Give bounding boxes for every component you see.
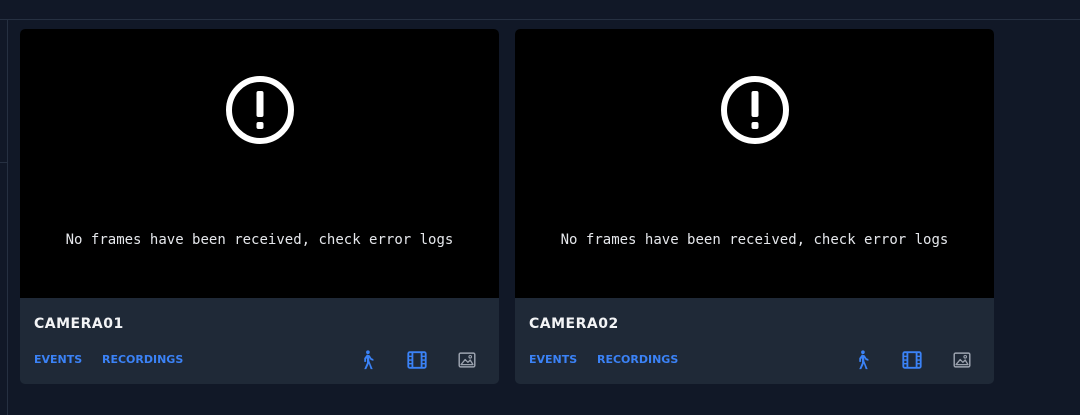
events-link[interactable]: EVENTS [529,353,577,366]
events-link[interactable]: EVENTS [34,353,82,366]
film-icon[interactable] [406,349,428,371]
camera-card[interactable]: No frames have been received, check erro… [515,29,994,384]
motion-walk-icon[interactable] [851,349,873,371]
camera-viewport[interactable]: No frames have been received, check erro… [515,29,994,298]
left-sidebar-edge [0,20,8,415]
camera-card[interactable]: No frames have been received, check erro… [20,29,499,384]
top-bar [0,0,1080,20]
image-snapshot-icon[interactable] [951,349,973,371]
alert-circle-icon [226,76,294,144]
film-icon[interactable] [901,349,923,371]
camera-viewport[interactable]: No frames have been received, check erro… [20,29,499,298]
motion-walk-icon[interactable] [356,349,378,371]
camera-name: CAMERA01 [34,316,124,332]
alert-circle-icon [721,76,789,144]
no-frames-message: No frames have been received, check erro… [560,232,949,248]
no-frames-message: No frames have been received, check erro… [65,232,454,248]
image-snapshot-icon[interactable] [456,349,478,371]
sidebar-divider [0,162,7,163]
camera-name: CAMERA02 [529,316,619,332]
recordings-link[interactable]: RECORDINGS [597,353,678,366]
recordings-link[interactable]: RECORDINGS [102,353,183,366]
